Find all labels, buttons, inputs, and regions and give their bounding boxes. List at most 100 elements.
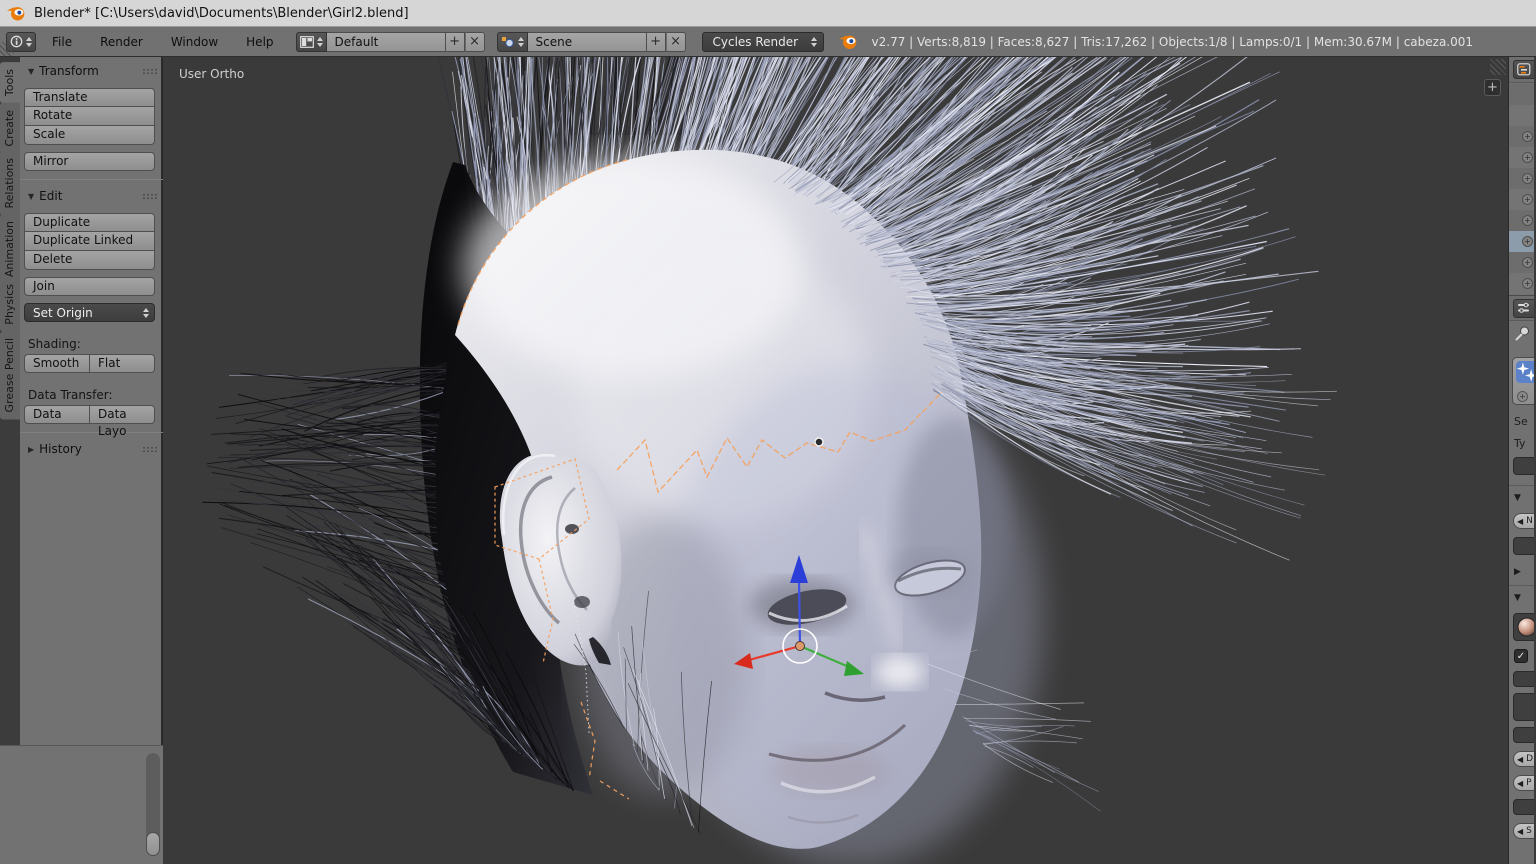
outliner-expand-icon[interactable]: + xyxy=(1522,194,1533,205)
panel-grip-icon[interactable] xyxy=(142,192,157,200)
outliner-expand-icon[interactable]: + xyxy=(1522,278,1533,289)
scene-field[interactable]: Scene xyxy=(527,31,646,52)
vertex-marker[interactable] xyxy=(814,437,824,447)
menu-file[interactable]: File xyxy=(40,28,84,56)
particle-settings-button[interactable]: + xyxy=(1512,357,1534,405)
duplicate-linked-button[interactable]: Duplicate Linked xyxy=(24,232,155,251)
add-layout-button[interactable]: + xyxy=(444,31,465,52)
screen-layout-field[interactable]: Default xyxy=(326,31,445,52)
shelf-tab-relations[interactable]: Relations xyxy=(0,151,20,216)
outliner-row[interactable]: + xyxy=(1509,210,1534,231)
rotate-button[interactable]: Rotate xyxy=(24,107,155,126)
menu-help[interactable]: Help xyxy=(234,28,285,56)
button-fragment[interactable] xyxy=(1513,727,1534,743)
shelf-tab-animation[interactable]: Animation xyxy=(0,214,20,285)
outliner-expand-icon[interactable]: + xyxy=(1522,173,1533,184)
panel-separator xyxy=(20,179,163,180)
plus-icon: + xyxy=(449,34,460,49)
edit-panel-header[interactable]: ▼ Edit xyxy=(20,186,163,206)
outliner-row[interactable]: + xyxy=(1509,126,1534,147)
value-slider-fragment[interactable]: ◀ S xyxy=(1513,823,1534,839)
outliner-row[interactable]: + xyxy=(1509,231,1534,252)
outliner-expand-icon[interactable]: + xyxy=(1522,257,1533,268)
history-panel-header[interactable]: ▶ History xyxy=(20,439,163,459)
outliner-row[interactable]: + xyxy=(1509,147,1534,168)
shelf-tab-create[interactable]: Create xyxy=(0,103,20,154)
menu-window[interactable]: Window xyxy=(159,28,230,56)
viewport-corner-grip[interactable] xyxy=(1490,59,1506,75)
new-particle-icon[interactable]: + xyxy=(1517,391,1528,402)
scale-button[interactable]: Scale xyxy=(24,126,155,145)
panel-collapse-icon[interactable]: ▼ xyxy=(1514,493,1521,503)
layout-icon xyxy=(299,35,314,48)
outliner-expand-icon[interactable]: + xyxy=(1522,215,1533,226)
pin-icon[interactable] xyxy=(1513,325,1531,343)
shelf-scrollbar-thumb[interactable] xyxy=(146,832,160,856)
outliner-icon xyxy=(1517,63,1531,76)
axis-z-handle[interactable] xyxy=(797,580,802,647)
button-fragment[interactable] xyxy=(1513,799,1534,815)
outliner-expand-icon[interactable]: + xyxy=(1522,131,1533,142)
duplicate-button[interactable]: Duplicate xyxy=(24,213,155,232)
properties-icon xyxy=(1518,302,1529,313)
layout-arrows xyxy=(316,36,323,47)
material-button-fragment[interactable] xyxy=(1513,613,1534,641)
shade-smooth-button[interactable]: Smooth xyxy=(24,354,90,373)
screen-layout-selector: Default + × xyxy=(295,31,485,52)
value-slider-fragment[interactable]: ◀ D xyxy=(1513,751,1534,767)
editor-corner-grip[interactable] xyxy=(0,42,14,56)
close-icon: × xyxy=(469,34,480,49)
data-transfer-label: Data Transfer: xyxy=(28,388,113,402)
outliner-expand-icon[interactable]: + xyxy=(1522,152,1533,163)
shelf-tab-tools[interactable]: Tools xyxy=(0,62,20,104)
scene-icon xyxy=(501,36,514,47)
shelf-tab-grease-pencil[interactable]: Grease Pencil xyxy=(0,331,20,420)
right-editors-strip: + + + + + + + + + Se Ty ▼ ◀ N ▶ ▼ ✓ ◀ D … xyxy=(1508,57,1534,864)
set-origin-dropdown[interactable]: Set Origin xyxy=(24,303,155,322)
scene-arrows xyxy=(517,36,524,47)
button-fragment[interactable] xyxy=(1513,693,1534,721)
window-title: Blender* [C:\Users\david\Documents\Blend… xyxy=(34,5,409,21)
screen-layout-browse-button[interactable] xyxy=(295,31,327,52)
button-fragment[interactable] xyxy=(1513,537,1534,555)
close-scene-button[interactable]: × xyxy=(665,31,686,52)
plus-icon: + xyxy=(1487,80,1498,95)
menu-render[interactable]: Render xyxy=(88,28,155,56)
panel-grip-icon[interactable] xyxy=(142,67,157,75)
edit-panel-title: Edit xyxy=(39,189,63,203)
outliner-editor-button[interactable] xyxy=(1513,60,1534,79)
add-scene-button[interactable]: + xyxy=(645,31,666,52)
type-dropdown-fragment[interactable] xyxy=(1513,457,1534,475)
shade-flat-button[interactable]: Flat xyxy=(90,354,155,373)
outliner-row[interactable]: + xyxy=(1509,189,1534,210)
outliner-row[interactable]: + xyxy=(1509,252,1534,273)
panel-collapse-icon[interactable]: ▶ xyxy=(1514,567,1521,577)
data-button[interactable]: Data xyxy=(24,405,90,424)
panel-collapse-icon[interactable]: ▼ xyxy=(1514,593,1521,603)
shelf-tab-physics[interactable]: Physics xyxy=(0,277,20,332)
close-layout-button[interactable]: × xyxy=(464,31,485,52)
tool-shelf-scroll-area xyxy=(0,745,163,864)
value-slider-fragment[interactable]: ◀ N xyxy=(1513,513,1534,529)
viewport-expand-button[interactable]: + xyxy=(1484,79,1501,96)
outliner-row[interactable] xyxy=(1509,84,1534,105)
transform-panel-header[interactable]: ▼ Transform xyxy=(20,61,163,81)
translate-button[interactable]: Translate xyxy=(24,88,155,107)
viewport-3d[interactable]: User Ortho + xyxy=(163,57,1508,864)
set-origin-arrows xyxy=(143,307,149,318)
button-fragment[interactable] xyxy=(1513,671,1534,687)
properties-editor-button[interactable] xyxy=(1513,298,1534,318)
value-slider-fragment[interactable]: ◀ P xyxy=(1513,775,1534,791)
render-engine-dropdown[interactable]: Cycles Render xyxy=(701,31,824,52)
scene-browse-button[interactable] xyxy=(496,31,528,52)
outliner-expand-icon[interactable]: + xyxy=(1522,236,1533,247)
data-layout-button[interactable]: Data Layo xyxy=(90,405,155,438)
checkbox-checked[interactable]: ✓ xyxy=(1514,649,1528,663)
panel-grip-icon[interactable] xyxy=(142,445,157,453)
delete-button[interactable]: Delete xyxy=(24,251,155,270)
join-button[interactable]: Join xyxy=(24,277,155,296)
outliner-row[interactable] xyxy=(1509,105,1534,126)
mirror-button[interactable]: Mirror xyxy=(24,152,155,171)
outliner-row[interactable]: + xyxy=(1509,273,1534,294)
outliner-row[interactable]: + xyxy=(1509,168,1534,189)
